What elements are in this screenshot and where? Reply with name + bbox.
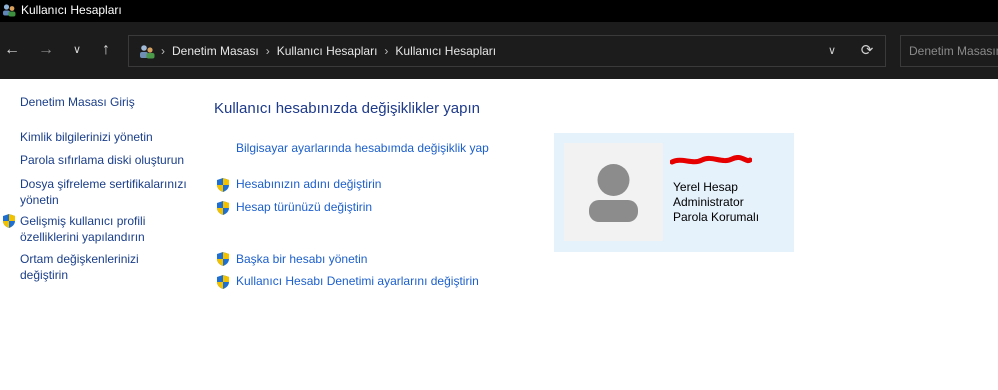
breadcrumb-item[interactable]: Kullanıcı Hesapları bbox=[277, 44, 378, 58]
uac-shield-icon bbox=[3, 214, 15, 228]
uac-shield-icon bbox=[217, 252, 229, 266]
title-bar: Kullanıcı Hesapları bbox=[0, 0, 998, 22]
user-silhouette-icon bbox=[589, 164, 638, 222]
change-name-link[interactable]: Hesabınızın adını değiştirin bbox=[236, 176, 381, 192]
breadcrumb-item[interactable]: Denetim Masası bbox=[172, 44, 259, 58]
sidebar-item-credentials[interactable]: Kimlik bilgilerinizi yönetin bbox=[20, 129, 153, 145]
manage-other-account-link[interactable]: Başka bir hesabı yönetin bbox=[236, 251, 367, 267]
uac-shield-icon bbox=[217, 178, 229, 192]
page-title: Kullanıcı hesabınızda değişiklikler yapı… bbox=[214, 100, 480, 117]
account-info: Yerel Hesap Administrator Parola Korumal… bbox=[673, 180, 759, 225]
pc-settings-link[interactable]: Bilgisayar ayarlarında hesabımda değişik… bbox=[236, 140, 489, 156]
back-arrow-icon[interactable]: ← bbox=[2, 40, 22, 60]
users-icon bbox=[3, 4, 16, 17]
account-protection: Parola Korumalı bbox=[673, 210, 760, 224]
forward-arrow-icon[interactable]: → bbox=[36, 40, 56, 60]
uac-shield-icon bbox=[217, 201, 229, 215]
breadcrumb-separator: › bbox=[161, 44, 165, 58]
sidebar-item-reset-disk[interactable]: Parola sıfırlama diski oluşturun bbox=[20, 152, 184, 168]
account-type: Yerel Hesap bbox=[673, 180, 738, 194]
navigation-bar: ← → ∨ ↑ › Denetim Masası › Kullanıcı Hes… bbox=[0, 22, 998, 79]
address-bar[interactable]: › Denetim Masası › Kullanıcı Hesapları ›… bbox=[128, 35, 886, 67]
avatar bbox=[564, 143, 663, 241]
users-icon bbox=[140, 45, 155, 59]
recent-dropdown-icon[interactable]: ∨ bbox=[67, 40, 87, 60]
redacted-name-scribble bbox=[670, 155, 752, 165]
breadcrumb: › Denetim Masası › Kullanıcı Hesapları ›… bbox=[139, 36, 496, 66]
sidebar-item-advanced-profile[interactable]: Gelişmiş kullanıcı profili özelliklerini… bbox=[20, 213, 170, 245]
sidebar-item-home[interactable]: Denetim Masası Giriş bbox=[20, 94, 135, 110]
search-placeholder: Denetim Masasın bbox=[909, 44, 998, 58]
refresh-icon[interactable]: ⟳ bbox=[857, 41, 877, 61]
account-card: Yerel Hesap Administrator Parola Korumal… bbox=[554, 133, 794, 252]
uac-shield-icon bbox=[217, 275, 229, 289]
account-role: Administrator bbox=[673, 195, 744, 209]
up-arrow-icon[interactable]: ↑ bbox=[96, 40, 116, 60]
window-title: Kullanıcı Hesapları bbox=[21, 3, 122, 17]
address-dropdown-icon[interactable]: ∨ bbox=[823, 42, 841, 60]
sidebar: Denetim Masası Giriş Kimlik bilgileriniz… bbox=[0, 79, 200, 390]
search-input[interactable]: Denetim Masasın bbox=[900, 35, 998, 67]
sidebar-item-encryption-certs[interactable]: Dosya şifreleme sertifikalarınızı yöneti… bbox=[20, 176, 190, 208]
change-account-type-link[interactable]: Hesap türünüzü değiştirin bbox=[236, 199, 372, 215]
sidebar-item-env-variables[interactable]: Ortam değişkenlerinizi değiştirin bbox=[20, 251, 170, 283]
breadcrumb-separator: › bbox=[384, 44, 389, 58]
breadcrumb-separator: › bbox=[265, 44, 270, 58]
uac-settings-link[interactable]: Kullanıcı Hesabı Denetimi ayarlarını değ… bbox=[236, 273, 479, 289]
breadcrumb-item[interactable]: Kullanıcı Hesapları bbox=[395, 44, 496, 58]
